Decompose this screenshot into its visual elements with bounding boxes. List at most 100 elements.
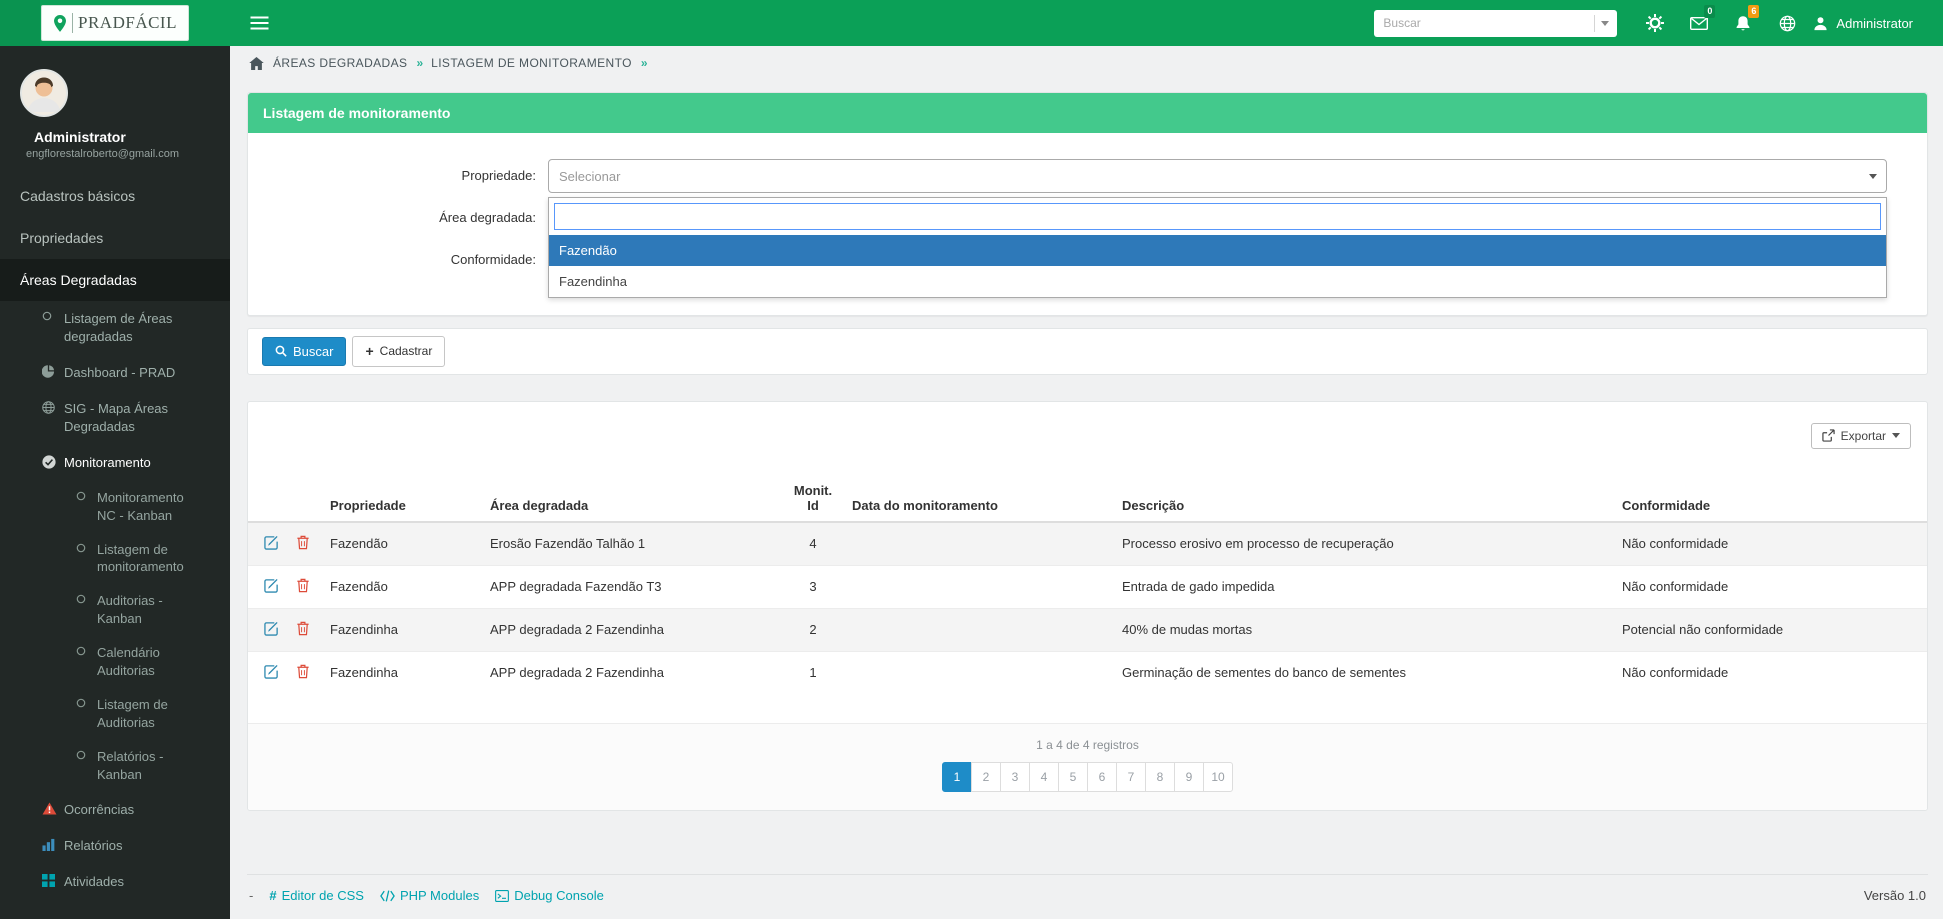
messages-badge: 0	[1704, 5, 1716, 18]
sidebar-item-monitoramento[interactable]: Monitoramento	[0, 445, 230, 481]
cell-conformidade: Não conformidade	[1614, 650, 1927, 694]
sidebar-toggle-button[interactable]	[250, 0, 280, 46]
table-footer: 1 a 4 de 4 registros 1 2 3 4 5 6 7 8 9 1…	[248, 722, 1927, 810]
console-icon	[495, 889, 510, 902]
sidebar-item-sig-mapa[interactable]: SIG - Mapa Áreas Degradadas	[0, 391, 230, 445]
home-icon[interactable]	[249, 56, 264, 70]
notifications-button[interactable]: 6	[1721, 0, 1765, 46]
brand-name: PRADFÁCIL	[78, 13, 177, 32]
page-button-10[interactable]: 10	[1203, 761, 1233, 792]
sidebar-item-relatorios[interactable]: Relatórios	[0, 828, 230, 864]
topbar-search[interactable]	[1374, 9, 1618, 37]
page-button-5[interactable]: 5	[1058, 761, 1088, 792]
delete-button[interactable]	[296, 578, 310, 593]
cell-propriedade: Fazendão	[322, 521, 482, 566]
logo-divider	[72, 13, 74, 33]
edit-button[interactable]	[264, 664, 279, 679]
cell-propriedade: Fazendinha	[322, 607, 482, 652]
page-button-2[interactable]: 2	[971, 761, 1001, 792]
sidebar-user-name: Administrator	[34, 129, 126, 145]
header-descricao: Descrição	[1114, 474, 1614, 523]
edit-button[interactable]	[264, 578, 279, 593]
dropdown-search-input[interactable]	[554, 203, 1881, 230]
sidebar-item-cadastros-basicos[interactable]: Cadastros básicos	[0, 175, 230, 217]
buscar-button[interactable]: Buscar	[262, 336, 347, 367]
notifications-badge: 6	[1748, 5, 1760, 18]
table-row: Fazendão APP degradada Fazendão T3 3 Ent…	[248, 564, 1927, 609]
page-button-1[interactable]: 1	[942, 761, 972, 792]
export-button[interactable]: Exportar	[1810, 422, 1911, 449]
propriedade-label: Propriedade:	[461, 168, 536, 183]
gear-icon	[1646, 14, 1665, 32]
plus-icon: +	[365, 343, 374, 359]
messages-button[interactable]: 0	[1677, 0, 1721, 46]
page-button-8[interactable]: 8	[1145, 761, 1175, 792]
page-button-4[interactable]: 4	[1029, 761, 1059, 792]
code-icon	[380, 890, 395, 902]
sidebar-item-calendario-auditorias[interactable]: Calendário Auditorias	[0, 636, 230, 688]
page-button-6[interactable]: 6	[1087, 761, 1117, 792]
cell-descricao: Processo erosivo em processo de recupera…	[1114, 521, 1614, 566]
search-divider	[1594, 14, 1596, 32]
topbar: PRADFÁCIL 0 6	[0, 0, 1943, 46]
sidebar-item-relatorios-kanban[interactable]: Relatórios - Kanban	[0, 740, 230, 792]
header-conformidade: Conformidade	[1614, 474, 1927, 523]
sidebar-item-atividades[interactable]: Atividades	[0, 864, 230, 900]
page-button-3[interactable]: 3	[1000, 761, 1030, 792]
sidebar-item-ocorrencias[interactable]: Ocorrências	[0, 792, 230, 828]
sidebar-item-areas-degradadas[interactable]: Áreas Degradadas	[0, 259, 230, 301]
editor-css-link[interactable]: # Editor de CSS	[269, 888, 364, 903]
sidebar-item-listagem-areas-degradadas[interactable]: Listagem de Áreas degradadas	[0, 301, 230, 355]
sidebar-item-listagem-auditorias[interactable]: Listagem de Auditorias	[0, 688, 230, 740]
search-input[interactable]	[1383, 16, 1589, 30]
delete-button[interactable]	[296, 621, 310, 636]
dropdown-option-fazendao[interactable]: Fazendão	[549, 235, 1886, 266]
cell-monit-id: 2	[782, 607, 844, 652]
table-row: Fazendão Erosão Fazendão Talhão 1 4 Proc…	[248, 521, 1927, 566]
pagination-summary: 1 a 4 de 4 registros	[1036, 737, 1139, 752]
page-button-7[interactable]: 7	[1116, 761, 1146, 792]
version-label: Versão 1.0	[1863, 888, 1926, 903]
table-row: Fazendinha APP degradada 2 Fazendinha 2 …	[248, 607, 1927, 652]
globe-button[interactable]	[1765, 0, 1809, 46]
edit-button[interactable]	[264, 535, 279, 550]
page-button-9[interactable]: 9	[1174, 761, 1204, 792]
logo[interactable]: PRADFÁCIL	[0, 0, 230, 46]
sidebar-item-listagem-monitoramento[interactable]: Listagem de monitoramento	[0, 533, 230, 585]
select-dropdown: Fazendão Fazendinha	[548, 197, 1887, 298]
cell-propriedade: Fazendinha	[322, 650, 482, 694]
cadastrar-button[interactable]: + Cadastrar	[352, 336, 446, 367]
breadcrumb-item-areas-degradadas[interactable]: ÁREAS DEGRADADAS	[273, 56, 407, 70]
sidebar-item-propriedades[interactable]: Propriedades	[0, 217, 230, 259]
sidebar-item-dashboard-prad[interactable]: Dashboard - PRAD	[0, 355, 230, 391]
globe-icon	[1779, 15, 1796, 32]
breadcrumb-item-listagem-monitoramento[interactable]: LISTAGEM DE MONITORAMENTO	[431, 56, 632, 70]
chevron-down-icon	[1892, 433, 1900, 439]
warning-icon	[42, 802, 57, 815]
propriedade-select[interactable]: Selecionar	[548, 159, 1887, 193]
pie-chart-icon	[42, 365, 55, 378]
cell-conformidade: Não conformidade	[1614, 564, 1927, 609]
grid-icon	[42, 873, 55, 887]
settings-button[interactable]	[1633, 0, 1677, 46]
avatar[interactable]	[20, 69, 68, 117]
circle-icon	[76, 698, 86, 708]
delete-button[interactable]	[296, 664, 310, 679]
person-icon	[1813, 16, 1828, 31]
conformidade-label: Conformidade:	[450, 252, 536, 267]
edit-button[interactable]	[264, 621, 279, 636]
cell-area: APP degradada 2 Fazendinha	[482, 650, 782, 694]
sidebar-item-monitoramento-nc-kanban[interactable]: Monitoramento NC - Kanban	[0, 481, 230, 533]
delete-button[interactable]	[296, 535, 310, 550]
logo-accent-strip	[0, 0, 40, 46]
debug-console-link[interactable]: Debug Console	[495, 888, 604, 903]
circle-icon	[76, 491, 86, 501]
main-content: ÁREAS DEGRADADAS » LISTAGEM DE MONITORAM…	[230, 46, 1943, 919]
chevron-down-icon	[1869, 174, 1877, 179]
php-modules-link[interactable]: PHP Modules	[380, 888, 479, 903]
sidebar-menu: Cadastros básicos Propriedades Áreas Deg…	[0, 175, 230, 900]
circle-icon	[76, 646, 86, 656]
sidebar-item-auditorias-kanban[interactable]: Auditorias - Kanban	[0, 584, 230, 636]
dropdown-option-fazendinha[interactable]: Fazendinha	[549, 266, 1886, 297]
user-menu[interactable]: Administrator	[1809, 0, 1917, 46]
